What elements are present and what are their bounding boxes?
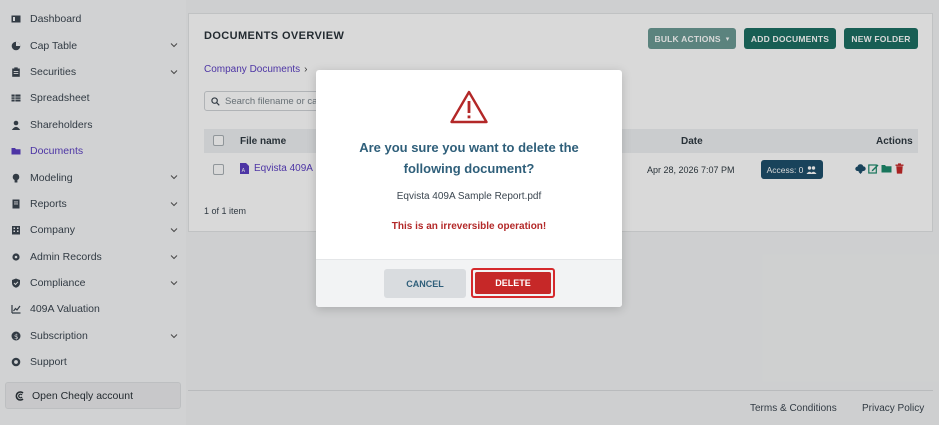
- cancel-button[interactable]: CANCEL: [384, 269, 466, 298]
- dialog-document-name: Eqvista 409A Sample Report.pdf: [396, 191, 542, 202]
- delete-confirmation-dialog: Are you sure you want to delete the foll…: [316, 70, 622, 307]
- dialog-warning-text: This is an irreversible operation!: [391, 221, 547, 232]
- dialog-footer: CANCEL DELETE: [316, 259, 622, 307]
- delete-button[interactable]: DELETE: [471, 268, 555, 298]
- warning-icon: [450, 90, 488, 124]
- delete-button-label: DELETE: [475, 272, 551, 294]
- dialog-title: Are you sure you want to delete the foll…: [359, 140, 579, 176]
